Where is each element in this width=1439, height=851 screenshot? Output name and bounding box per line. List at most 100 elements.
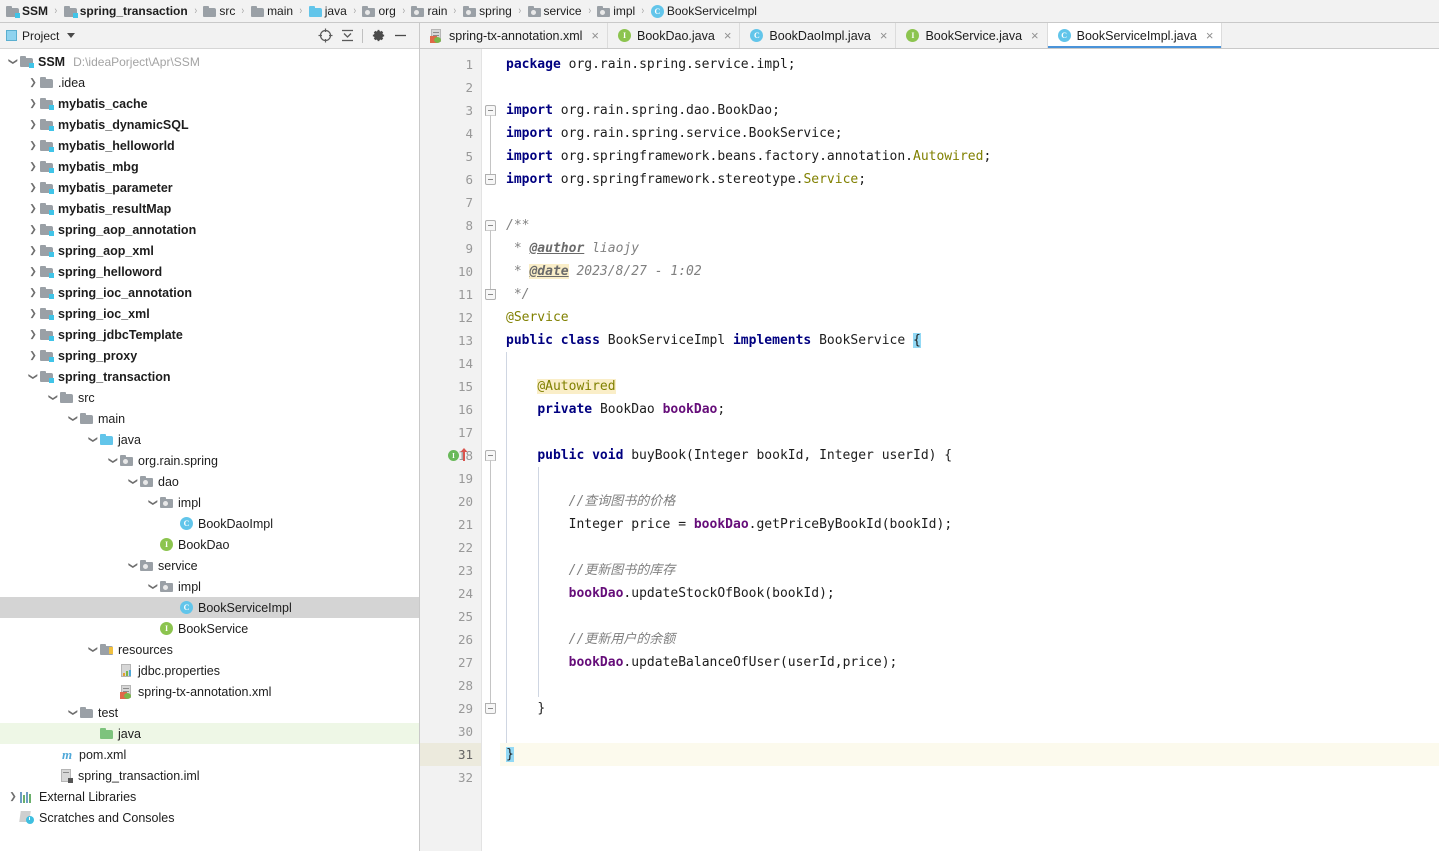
tree-item-spring-ioc-annotation[interactable]: ❯ spring_ioc_annotation bbox=[0, 282, 419, 303]
tree-item-java[interactable]: ❯ java bbox=[0, 429, 419, 450]
breadcrumb-item-src[interactable]: src bbox=[201, 0, 237, 22]
close-icon[interactable]: × bbox=[1206, 28, 1214, 43]
settings-gear-icon[interactable] bbox=[367, 25, 389, 47]
fold-end-marker[interactable] bbox=[485, 703, 496, 714]
tree-item-spring-ioc-xml[interactable]: ❯ spring_ioc_xml bbox=[0, 303, 419, 324]
project-view-selector[interactable]: Project bbox=[6, 29, 76, 43]
tree-item-bookdao[interactable]: I BookDao bbox=[0, 534, 419, 555]
breadcrumb-item-impl[interactable]: impl bbox=[595, 0, 637, 22]
chevron-down-icon[interactable] bbox=[67, 33, 76, 38]
close-icon[interactable]: × bbox=[1031, 28, 1039, 43]
editor-tab-bookservice-java[interactable]: I BookService.java × bbox=[896, 23, 1048, 48]
tree-item-spring-aop-annotation[interactable]: ❯ spring_aop_annotation bbox=[0, 219, 419, 240]
tree-item-spring-helloword[interactable]: ❯ spring_helloword bbox=[0, 261, 419, 282]
tree-item-resources[interactable]: ❯ resources bbox=[0, 639, 419, 660]
chevron-right-icon[interactable]: ❯ bbox=[26, 203, 40, 214]
tree-item-spring-transaction[interactable]: ❯ spring_transaction bbox=[0, 366, 419, 387]
chevron-down-icon[interactable]: ❯ bbox=[108, 454, 119, 468]
chevron-down-icon[interactable]: ❯ bbox=[128, 475, 139, 489]
tree-item--idea[interactable]: ❯ .idea bbox=[0, 72, 419, 93]
chevron-right-icon[interactable]: ❯ bbox=[26, 350, 40, 361]
close-icon[interactable]: × bbox=[591, 28, 599, 43]
tree-item-spring-jdbctemplate[interactable]: ❯ spring_jdbcTemplate bbox=[0, 324, 419, 345]
chevron-right-icon[interactable]: ❯ bbox=[26, 308, 40, 319]
tree-item-impl[interactable]: ❯ impl bbox=[0, 576, 419, 597]
breadcrumb-item-spring-transaction[interactable]: spring_transaction bbox=[62, 0, 190, 22]
tree-item-external-libraries[interactable]: ❯ External Libraries bbox=[0, 786, 419, 807]
overriding-method-arrow-icon[interactable] bbox=[460, 448, 468, 461]
chevron-right-icon[interactable]: ❯ bbox=[26, 119, 40, 130]
tree-item-test[interactable]: ❯ test bbox=[0, 702, 419, 723]
editor-tab-bookdaoimpl-java[interactable]: C BookDaoImpl.java × bbox=[740, 23, 897, 48]
tree-item-pom-xml[interactable]: m pom.xml bbox=[0, 744, 419, 765]
chevron-down-icon[interactable]: ❯ bbox=[88, 433, 99, 447]
chevron-right-icon[interactable]: ❯ bbox=[26, 245, 40, 256]
chevron-down-icon[interactable]: ❯ bbox=[148, 580, 159, 594]
code-folding-strip[interactable] bbox=[482, 49, 500, 851]
tree-item-spring-aop-xml[interactable]: ❯ spring_aop_xml bbox=[0, 240, 419, 261]
breadcrumb-item-spring[interactable]: spring bbox=[461, 0, 514, 22]
select-opened-file-icon[interactable] bbox=[314, 25, 336, 47]
tree-item-mybatis-parameter[interactable]: ❯ mybatis_parameter bbox=[0, 177, 419, 198]
breadcrumb-item-org[interactable]: org bbox=[360, 0, 397, 22]
editor-tab-bookserviceimpl-java[interactable]: C BookServiceImpl.java × bbox=[1047, 23, 1223, 48]
tree-item-java[interactable]: java bbox=[0, 723, 419, 744]
implements-interface-icon[interactable]: I bbox=[448, 450, 459, 461]
chevron-right-icon[interactable]: ❯ bbox=[26, 140, 40, 151]
chevron-down-icon[interactable]: ❯ bbox=[88, 643, 99, 657]
chevron-right-icon[interactable]: ❯ bbox=[26, 266, 40, 277]
tree-item-spring-transaction-iml[interactable]: spring_transaction.iml bbox=[0, 765, 419, 786]
chevron-right-icon[interactable]: ❯ bbox=[26, 224, 40, 235]
collapse-all-icon[interactable] bbox=[336, 25, 358, 47]
chevron-down-icon[interactable]: ❯ bbox=[48, 391, 59, 405]
tree-item-bookservice[interactable]: I BookService bbox=[0, 618, 419, 639]
code-text-area[interactable]: package org.rain.spring.service.impl; imp… bbox=[500, 49, 1439, 851]
editor-tab-spring-tx-annotation-xml[interactable]: spring-tx-annotation.xml × bbox=[420, 23, 608, 48]
hide-panel-icon[interactable] bbox=[389, 25, 411, 47]
tree-item-spring-tx-annotation-xml[interactable]: spring-tx-annotation.xml bbox=[0, 681, 419, 702]
tree-item-impl[interactable]: ❯ impl bbox=[0, 492, 419, 513]
chevron-right-icon[interactable]: ❯ bbox=[26, 287, 40, 298]
chevron-down-icon[interactable]: ❯ bbox=[8, 55, 19, 69]
chevron-down-icon[interactable]: ❯ bbox=[128, 559, 139, 573]
fold-end-marker[interactable] bbox=[485, 289, 496, 300]
editor-tab-bookdao-java[interactable]: I BookDao.java × bbox=[608, 23, 741, 48]
tree-item-org-rain-spring[interactable]: ❯ org.rain.spring bbox=[0, 450, 419, 471]
tree-item-scratches-and-consoles[interactable]: Scratches and Consoles bbox=[0, 807, 419, 828]
tree-item-ssm[interactable]: ❯ SSM D:\ideaPorject\Apr\SSM bbox=[0, 51, 419, 72]
tree-item-jdbc-properties[interactable]: jdbc.properties bbox=[0, 660, 419, 681]
tree-item-bookserviceimpl[interactable]: C BookServiceImpl bbox=[0, 597, 419, 618]
chevron-right-icon[interactable]: ❯ bbox=[6, 791, 20, 802]
chevron-right-icon[interactable]: ❯ bbox=[26, 98, 40, 109]
breadcrumb-item-main[interactable]: main bbox=[249, 0, 295, 22]
tree-item-dao[interactable]: ❯ dao bbox=[0, 471, 419, 492]
tree-item-service[interactable]: ❯ service bbox=[0, 555, 419, 576]
tree-item-mybatis-resultmap[interactable]: ❯ mybatis_resultMap bbox=[0, 198, 419, 219]
chevron-right-icon[interactable]: ❯ bbox=[26, 77, 40, 88]
close-icon[interactable]: × bbox=[724, 28, 732, 43]
breadcrumb-item-java[interactable]: java bbox=[307, 0, 349, 22]
project-tree[interactable]: ❯ SSM D:\ideaPorject\Apr\SSM ❯ .idea ❯ mybatis… bbox=[0, 49, 419, 851]
chevron-down-icon[interactable]: ❯ bbox=[68, 412, 79, 426]
tree-item-bookdaoimpl[interactable]: C BookDaoImpl bbox=[0, 513, 419, 534]
tree-item-mybatis-cache[interactable]: ❯ mybatis_cache bbox=[0, 93, 419, 114]
breadcrumb-item-ssm[interactable]: SSM bbox=[4, 0, 50, 22]
breadcrumb-item-bookserviceimpl[interactable]: C BookServiceImpl bbox=[649, 0, 759, 22]
tree-item-mybatis-helloworld[interactable]: ❯ mybatis_helloworld bbox=[0, 135, 419, 156]
chevron-down-icon[interactable]: ❯ bbox=[148, 496, 159, 510]
tree-item-mybatis-dynamicsql[interactable]: ❯ mybatis_dynamicSQL bbox=[0, 114, 419, 135]
tree-item-main[interactable]: ❯ main bbox=[0, 408, 419, 429]
chevron-right-icon[interactable]: ❯ bbox=[26, 182, 40, 193]
breadcrumb-item-service[interactable]: service bbox=[526, 0, 584, 22]
chevron-down-icon[interactable]: ❯ bbox=[68, 706, 79, 720]
chevron-right-icon[interactable]: ❯ bbox=[26, 161, 40, 172]
close-icon[interactable]: × bbox=[880, 28, 888, 43]
editor-gutter[interactable]: 1 2 3 4 5 6 7 8 9 10 11 12 13 14 15 16 17 18 19 20 21 22 23 24 2… bbox=[420, 49, 482, 851]
tree-item-src[interactable]: ❯ src bbox=[0, 387, 419, 408]
tree-item-spring-proxy[interactable]: ❯ spring_proxy bbox=[0, 345, 419, 366]
tree-item-mybatis-mbg[interactable]: ❯ mybatis_mbg bbox=[0, 156, 419, 177]
breadcrumb-item-rain[interactable]: rain bbox=[409, 0, 449, 22]
chevron-down-icon[interactable]: ❯ bbox=[28, 370, 39, 384]
fold-end-marker[interactable] bbox=[485, 174, 496, 185]
chevron-right-icon[interactable]: ❯ bbox=[26, 329, 40, 340]
